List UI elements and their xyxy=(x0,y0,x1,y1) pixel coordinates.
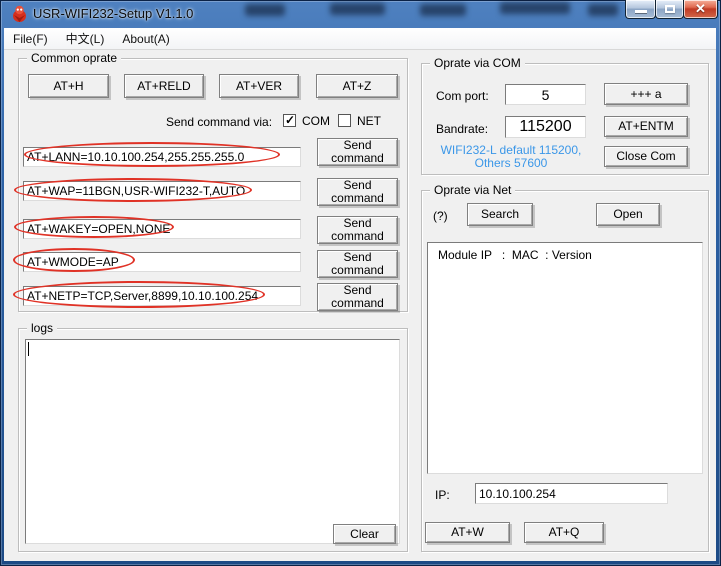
check-icon: ✓ xyxy=(285,113,295,127)
group-common-oprate: Common oprate AT+H AT+RELD AT+VER AT+Z S… xyxy=(18,58,408,312)
command-input-lann[interactable] xyxy=(23,147,301,167)
window-title: USR-WIFI232-Setup V1.1.0 xyxy=(33,6,193,21)
command-input-netp[interactable] xyxy=(23,286,301,306)
baudrate-hint-line2: Others 57600 xyxy=(426,157,596,170)
send-command-button-3[interactable]: Send command xyxy=(317,216,398,244)
net-checkbox-label: NET xyxy=(357,114,381,128)
text-caret xyxy=(28,342,29,356)
menu-file[interactable]: File(F) xyxy=(4,30,57,48)
open-button[interactable]: Open xyxy=(596,203,660,226)
app-icon xyxy=(11,5,28,22)
group-logs: logs Clear xyxy=(18,328,408,552)
baudrate-hint: WIFI232-L default 115200, Others 57600 xyxy=(426,144,596,170)
send-via-label: Send command via: xyxy=(166,115,272,129)
help-label[interactable]: (?) xyxy=(433,209,448,223)
module-list-header: Module IP : MAC : Version xyxy=(438,248,592,262)
app-window: USR-WIFI232-Setup V1.1.0 ✕ File(F) 中文(L)… xyxy=(0,0,721,566)
close-button[interactable]: ✕ xyxy=(683,0,718,19)
ip-input[interactable] xyxy=(475,483,668,504)
com-checkbox-label: COM xyxy=(302,114,330,128)
at-w-button[interactable]: AT+W xyxy=(425,522,510,543)
menu-language[interactable]: 中文(L) xyxy=(57,28,114,49)
ip-label: IP: xyxy=(435,488,450,502)
at-h-button[interactable]: AT+H xyxy=(28,74,109,98)
module-listbox[interactable]: Module IP : MAC : Version xyxy=(427,242,703,474)
title-bar[interactable]: USR-WIFI232-Setup V1.1.0 ✕ xyxy=(0,0,721,28)
logs-textarea[interactable] xyxy=(25,339,400,544)
glass-blur-decoration xyxy=(245,4,285,16)
bandrate-label: Bandrate: xyxy=(436,122,488,136)
plus-a-button[interactable]: +++ a xyxy=(604,83,688,105)
bandrate-input[interactable] xyxy=(505,116,586,138)
command-input-wap[interactable] xyxy=(23,181,301,201)
close-com-button[interactable]: Close Com xyxy=(604,146,688,167)
at-z-button[interactable]: AT+Z xyxy=(316,74,398,98)
glass-blur-decoration xyxy=(420,4,466,16)
command-input-wmode[interactable] xyxy=(23,252,301,272)
close-icon: ✕ xyxy=(684,1,717,17)
menu-about[interactable]: About(A) xyxy=(113,30,178,48)
maximize-icon xyxy=(665,5,675,13)
glass-blur-decoration xyxy=(500,2,570,14)
at-q-button[interactable]: AT+Q xyxy=(524,522,604,543)
maximize-button[interactable] xyxy=(655,0,684,19)
at-reld-button[interactable]: AT+RELD xyxy=(124,74,204,98)
com-checkbox[interactable]: ✓ xyxy=(283,114,296,127)
group-logs-title: logs xyxy=(27,321,57,335)
menu-bar: File(F) 中文(L) About(A) xyxy=(4,28,716,50)
group-oprate-via-com: Oprate via COM Com port: +++ a Bandrate:… xyxy=(421,63,709,175)
send-command-button-5[interactable]: Send command xyxy=(317,283,398,311)
minimize-button[interactable] xyxy=(625,0,656,19)
send-command-button-2[interactable]: Send command xyxy=(317,178,398,206)
glass-blur-decoration xyxy=(588,4,618,16)
group-com-title: Oprate via COM xyxy=(430,56,525,70)
com-port-label: Com port: xyxy=(436,89,489,103)
at-ver-button[interactable]: AT+VER xyxy=(219,74,299,98)
at-entm-button[interactable]: AT+ENTM xyxy=(604,116,688,137)
send-command-button-4[interactable]: Send command xyxy=(317,250,398,278)
group-net-title: Oprate via Net xyxy=(430,183,515,197)
command-input-wakey[interactable] xyxy=(23,219,301,239)
com-port-input[interactable] xyxy=(505,84,586,105)
send-command-button-1[interactable]: Send command xyxy=(317,138,398,166)
glass-blur-decoration xyxy=(330,3,385,15)
minimize-icon xyxy=(635,10,647,13)
group-oprate-via-net: Oprate via Net (?) Search Open Module IP… xyxy=(421,190,709,552)
clear-button[interactable]: Clear xyxy=(333,524,396,544)
group-common-title: Common oprate xyxy=(27,51,121,65)
net-checkbox[interactable] xyxy=(338,114,351,127)
client-area: Common oprate AT+H AT+RELD AT+VER AT+Z S… xyxy=(4,50,716,561)
search-button[interactable]: Search xyxy=(467,203,533,226)
